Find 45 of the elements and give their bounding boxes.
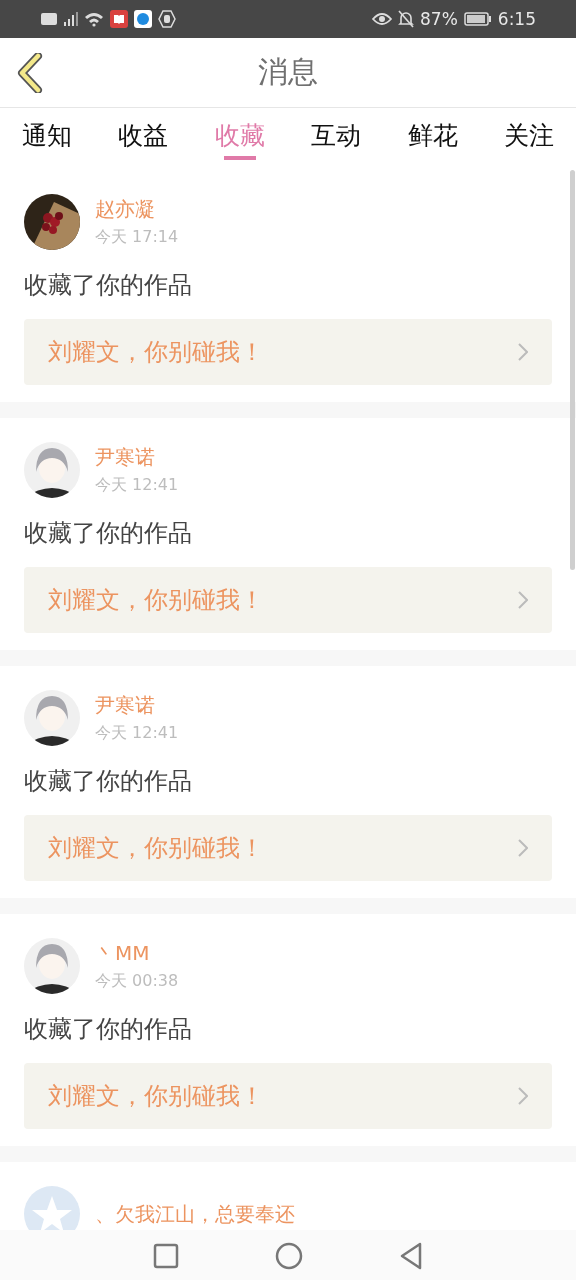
work-link[interactable]: 刘耀文，你别碰我！ [24, 319, 552, 385]
chevron-right-icon [518, 1087, 528, 1105]
muted-bell-icon [398, 10, 414, 28]
message-time: 今天 00:38 [95, 970, 179, 992]
user-name[interactable]: 尹寒诺 [95, 692, 179, 718]
recent-apps-icon[interactable] [153, 1243, 179, 1269]
signal-icon [64, 11, 78, 27]
battery-icon [463, 12, 492, 26]
tab[interactable]: 鲜花 [407, 108, 458, 170]
work-title: 刘耀文，你别碰我！ [48, 1081, 264, 1112]
work-title: 刘耀文，你别碰我！ [48, 833, 264, 864]
book-app-icon [110, 10, 128, 28]
work-link[interactable]: 刘耀文，你别碰我！ [24, 815, 552, 881]
message-text: 收藏了你的作品 [24, 766, 193, 797]
message-text: 收藏了你的作品 [24, 270, 193, 301]
work-title: 刘耀文，你别碰我！ [48, 585, 264, 616]
message-time: 今天 12:41 [95, 722, 179, 744]
tab[interactable]: 互动 [311, 108, 362, 170]
message-time: 今天 12:41 [95, 474, 179, 496]
globe-app-icon [134, 10, 152, 28]
clock-time: 6:15 [497, 9, 536, 29]
tab[interactable]: 关注 [503, 108, 554, 170]
user-name[interactable]: 丶MM [95, 940, 179, 966]
battery-percent: 87% [420, 9, 458, 29]
scrollbar[interactable] [570, 170, 575, 570]
chevron-right-icon [518, 591, 528, 609]
back-nav-icon[interactable] [399, 1242, 423, 1270]
message-text: 收藏了你的作品 [24, 1014, 193, 1045]
message-text: 收藏了你的作品 [24, 518, 193, 549]
work-link[interactable]: 刘耀文，你别碰我！ [24, 1063, 552, 1129]
work-link[interactable]: 刘耀文，你别碰我！ [24, 567, 552, 633]
page-title: 消息 [258, 53, 318, 91]
message-time: 今天 17:14 [95, 226, 179, 248]
wifi-icon [84, 11, 104, 27]
tab[interactable]: 收益 [118, 108, 169, 170]
user-name[interactable]: 、欠我江山，总要奉还 [95, 1201, 295, 1227]
user-name[interactable]: 赵亦凝 [95, 196, 179, 222]
home-icon[interactable] [275, 1242, 303, 1270]
eye-icon [372, 12, 392, 26]
user-name[interactable]: 尹寒诺 [95, 444, 179, 470]
chevron-right-icon [518, 839, 528, 857]
chevron-right-icon [518, 343, 528, 361]
tab[interactable]: 通知 [22, 108, 72, 170]
back-icon[interactable] [16, 53, 44, 93]
work-title: 刘耀文，你别碰我！ [48, 337, 264, 368]
